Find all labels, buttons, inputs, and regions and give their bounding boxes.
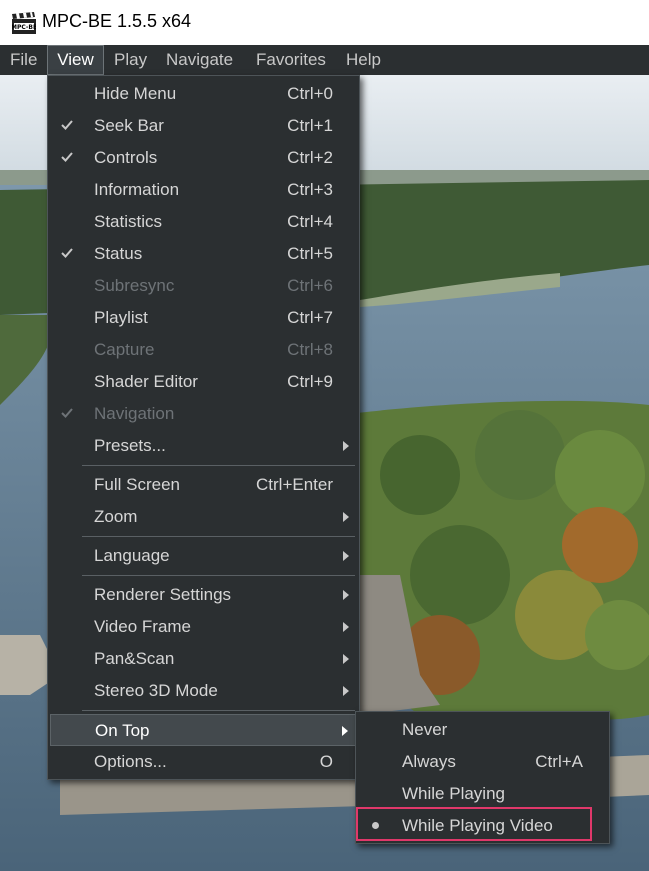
menu-item-always[interactable]: Always Ctrl+A [358,746,607,778]
menu-item-label: Stereo 3D Mode [94,681,218,700]
menu-item-label: Statistics [94,212,163,231]
menu-item-shortcut: Ctrl+0 [287,84,333,103]
submenu-arrow-icon [343,622,349,632]
menu-item-label: Pan&Scan [94,649,175,668]
menu-item-label: Capture [94,340,155,359]
menu-item-shortcut: Ctrl+8 [287,340,333,359]
menu-item-full-screen[interactable]: Full Screen Ctrl+Enter [50,469,357,501]
menu-item-label: Hide Menu [94,84,177,103]
menu-separator [82,575,355,576]
menu-favorites[interactable]: Favorites [248,45,334,75]
menu-item-never[interactable]: Never [358,714,607,746]
menu-item-label: Full Screen [94,475,180,494]
checkmark-icon [61,408,73,418]
submenu-arrow-icon [343,686,349,696]
menu-item-stereo-3d-mode[interactable]: Stereo 3D Mode [50,675,357,707]
menu-item-navigation: Navigation [50,398,357,430]
menu-item-controls[interactable]: Controls Ctrl+2 [50,142,357,174]
menu-item-shortcut: Ctrl+9 [287,372,333,391]
svg-text:MPC-BE: MPC-BE [12,24,36,31]
menu-item-zoom[interactable]: Zoom [50,501,357,533]
menu-item-pan-scan[interactable]: Pan&Scan [50,643,357,675]
checkmark-icon [61,120,73,130]
menu-item-hide-menu[interactable]: Hide Menu Ctrl+0 [50,78,357,110]
menu-item-shortcut: Ctrl+A [535,752,583,771]
menu-item-options[interactable]: Options... O [50,746,357,778]
menu-item-label: Shader Editor [94,372,198,391]
view-menu: Hide Menu Ctrl+0 Seek Bar Ctrl+1 Control… [47,75,360,780]
menu-item-label: Renderer Settings [94,585,232,604]
menu-item-label: Options... [94,752,167,771]
menu-item-shortcut: Ctrl+2 [287,148,333,167]
menu-item-shortcut: Ctrl+4 [287,212,333,231]
menu-item-label: Subresync [94,276,175,295]
menu-item-label: While Playing [402,784,505,803]
menu-item-shortcut: Ctrl+7 [287,308,333,327]
menu-item-subresync: Subresync Ctrl+6 [50,270,357,302]
menu-separator [82,536,355,537]
submenu-arrow-icon [343,590,349,600]
menu-item-label: Playlist [94,308,148,327]
menu-play[interactable]: Play [106,45,155,75]
title-bar: MPC-BE MPC-BE 1.5.5 x64 [0,0,649,45]
checkmark-icon [61,248,73,258]
menu-item-shortcut: Ctrl+5 [287,244,333,263]
menu-item-label: Video Frame [94,617,192,636]
menu-item-label: On Top [95,721,150,740]
menu-item-label: Controls [94,148,158,167]
menu-item-label: Language [94,546,170,565]
menu-item-label: Navigation [94,404,175,423]
menu-item-label: Status [94,244,143,263]
menu-separator [82,710,355,711]
menu-item-renderer-settings[interactable]: Renderer Settings [50,579,357,611]
menu-separator [82,465,355,466]
menu-item-status[interactable]: Status Ctrl+5 [50,238,357,270]
submenu-arrow-icon [342,726,348,736]
submenu-arrow-icon [343,441,349,451]
submenu-arrow-icon [343,551,349,561]
window-title: MPC-BE 1.5.5 x64 [42,11,192,31]
mpc-be-clapperboard-icon: MPC-BE [12,12,36,34]
submenu-arrow-icon [343,654,349,664]
menu-item-while-playing[interactable]: While Playing [358,778,607,810]
menu-item-label: Zoom [94,507,138,526]
menu-navigate[interactable]: Navigate [158,45,241,75]
menu-item-label: Never [402,720,448,739]
menu-item-label: Always [402,752,456,771]
checkmark-icon [61,152,73,162]
menu-item-presets[interactable]: Presets... [50,430,357,462]
menu-file[interactable]: File [2,45,45,75]
menu-item-statistics[interactable]: Statistics Ctrl+4 [50,206,357,238]
menu-item-label: Information [94,180,180,199]
menu-view[interactable]: View [47,45,104,75]
menu-bar: File View Play Navigate Favorites Help [0,45,649,75]
menu-item-shortcut: Ctrl+Enter [256,475,333,494]
menu-item-playlist[interactable]: Playlist Ctrl+7 [50,302,357,334]
menu-item-label: Seek Bar [94,116,164,135]
menu-item-language[interactable]: Language [50,540,357,572]
menu-item-shortcut: Ctrl+6 [287,276,333,295]
menu-item-label: Presets... [94,436,166,455]
menu-item-capture: Capture Ctrl+8 [50,334,357,366]
menu-item-shader-editor[interactable]: Shader Editor Ctrl+9 [50,366,357,398]
submenu-arrow-icon [343,512,349,522]
selection-highlight-outline [356,807,592,841]
menu-item-shortcut: O [319,752,333,771]
menu-item-information[interactable]: Information Ctrl+3 [50,174,357,206]
menu-item-shortcut: Ctrl+1 [287,116,333,135]
menu-item-video-frame[interactable]: Video Frame [50,611,357,643]
menu-item-seek-bar[interactable]: Seek Bar Ctrl+1 [50,110,357,142]
menu-item-shortcut: Ctrl+3 [287,180,333,199]
menu-item-on-top[interactable]: On Top [50,714,357,746]
menu-help[interactable]: Help [338,45,389,75]
